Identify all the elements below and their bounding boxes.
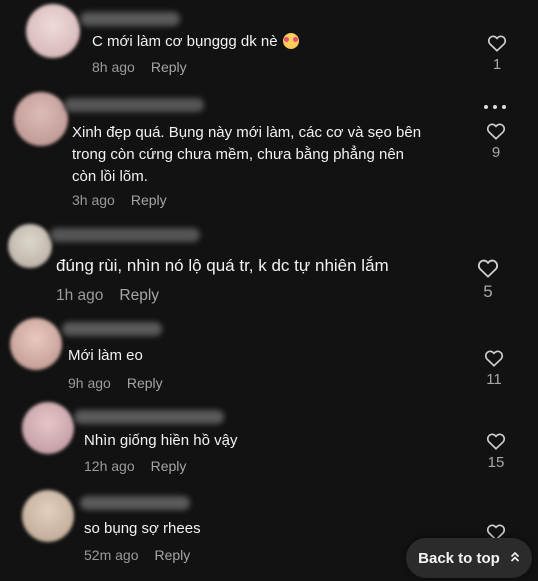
reply-button[interactable]: Reply <box>119 287 159 304</box>
reply-button[interactable]: Reply <box>127 375 163 391</box>
avatar[interactable] <box>10 318 62 370</box>
username-redacted <box>62 322 162 336</box>
reply-button[interactable]: Reply <box>131 192 167 208</box>
username-redacted <box>80 496 190 510</box>
comment-text: đúng rùi, nhìn nó lộ quá tr, k dc tự nhi… <box>56 256 389 275</box>
comments-panel: C mới làm cơ bụnggg dk nè 8h ago Reply 1 … <box>0 0 538 581</box>
username-redacted <box>50 228 200 242</box>
comment-meta: 8h ago Reply <box>92 59 187 75</box>
heart-outline-icon <box>486 433 506 450</box>
avatar[interactable] <box>26 4 80 58</box>
comment-text: Mới làm eo <box>68 347 143 364</box>
username-redacted <box>74 410 224 424</box>
comment-meta: 3h ago Reply <box>72 192 167 208</box>
username-redacted <box>80 12 180 26</box>
comment-time: 3h ago <box>72 192 115 208</box>
comment-text: Nhìn giống hiền hồ vậy <box>84 432 238 449</box>
avatar[interactable] <box>14 92 68 146</box>
comment-time: 9h ago <box>68 375 111 391</box>
username-redacted <box>64 98 204 112</box>
comment-meta: 9h ago Reply <box>68 375 163 391</box>
comment-time: 52m ago <box>84 547 139 563</box>
like-button[interactable]: 9 <box>481 122 511 161</box>
like-count: 5 <box>483 282 493 301</box>
comment-time: 1h ago <box>56 287 104 304</box>
like-button[interactable]: 1 <box>482 34 512 73</box>
comment-time: 12h ago <box>84 458 135 474</box>
like-count: 1 <box>492 56 502 73</box>
heart-outline-icon <box>477 259 499 278</box>
comment-text: so bụng sợ rhees <box>84 520 201 537</box>
like-count: 15 <box>487 454 505 471</box>
more-dots-icon[interactable] <box>484 104 508 112</box>
back-to-top-button[interactable]: Back to top <box>406 538 532 578</box>
like-count: 11 <box>486 371 502 388</box>
avatar[interactable] <box>22 402 74 454</box>
heart-outline-icon <box>486 123 506 140</box>
like-button[interactable]: 11 <box>479 349 509 388</box>
heart-outline-icon <box>487 35 507 52</box>
like-count: 9 <box>491 144 501 161</box>
comment-meta: 52m ago Reply <box>84 547 190 563</box>
comment-time: 8h ago <box>92 59 135 75</box>
reply-button[interactable]: Reply <box>154 547 190 563</box>
heart-outline-icon <box>484 350 504 367</box>
comment-text: Xinh đẹp quá. Bụng này mới làm, các cơ v… <box>72 124 422 185</box>
like-button[interactable]: 15 <box>481 432 511 471</box>
reply-button[interactable]: Reply <box>151 458 187 474</box>
chevron-up-double-icon <box>510 551 520 566</box>
comment-meta: 12h ago Reply <box>84 458 186 474</box>
like-button[interactable]: 5 <box>473 258 503 302</box>
avatar[interactable] <box>22 490 74 542</box>
comment-text: C mới làm cơ bụnggg dk nè <box>92 33 299 50</box>
back-to-top-label: Back to top <box>418 549 500 567</box>
reply-button[interactable]: Reply <box>151 59 187 75</box>
blush-face-emoji <box>282 33 299 49</box>
avatar[interactable] <box>8 224 52 268</box>
comment-meta: 1h ago Reply <box>56 287 159 305</box>
